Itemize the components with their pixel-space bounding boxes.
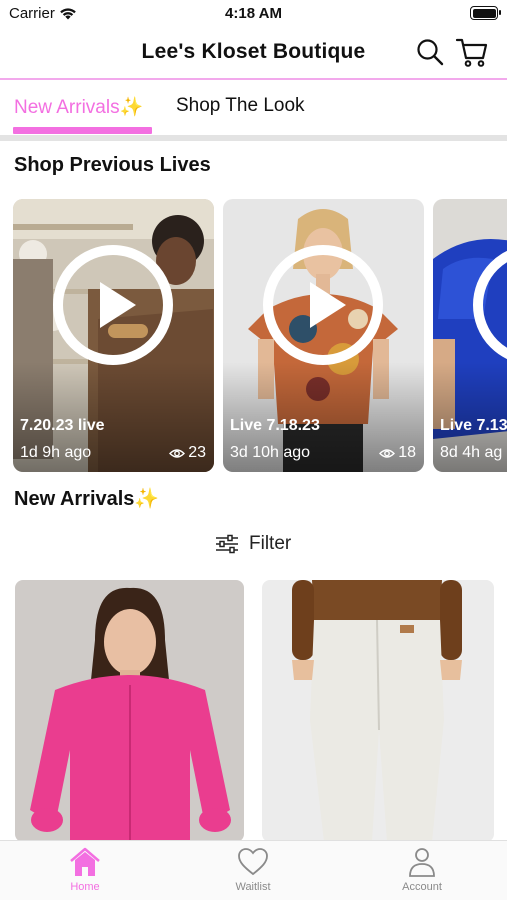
product-card[interactable]: [262, 580, 494, 842]
live-card[interactable]: 7.20.23 live 1d 9h ago 23: [13, 199, 214, 472]
filter-label: Filter: [249, 533, 292, 554]
tabbar-label: Home: [70, 881, 100, 893]
tab-shop-the-look[interactable]: Shop The Look: [176, 95, 305, 117]
live-card[interactable]: Live 7.13 8d 4h ag: [433, 199, 507, 472]
tabs-divider: [0, 135, 507, 141]
live-card[interactable]: Live 7.18.23 3d 10h ago 18: [223, 199, 424, 472]
heart-icon: [238, 848, 268, 876]
filter-button[interactable]: Filter: [215, 533, 291, 555]
tabbar-item-account[interactable]: Account: [362, 847, 482, 893]
live-card-views: 23: [169, 444, 206, 462]
view-count: 18: [398, 444, 416, 461]
live-card-age: 1d 9h ago: [20, 444, 92, 461]
play-icon[interactable]: [262, 244, 384, 366]
product-image: [15, 580, 244, 842]
tabbar-label: Waitlist: [235, 881, 271, 893]
clock: 4:18 AM: [225, 5, 282, 22]
cart-icon[interactable]: [455, 36, 489, 68]
tabbar-item-waitlist[interactable]: Waitlist: [193, 847, 313, 893]
tab-new-arrivals[interactable]: New Arrivals✨: [14, 95, 143, 119]
product-image: [262, 580, 494, 842]
sliders-icon: [216, 534, 238, 554]
previous-lives-carousel[interactable]: 7.20.23 live 1d 9h ago 23 Live 7.18.23 3…: [13, 199, 507, 472]
view-count: 23: [188, 444, 206, 461]
live-card-title: 7.20.23 live: [20, 417, 105, 434]
app-header: Lee's Kloset Boutique: [0, 28, 507, 78]
eye-icon: [379, 448, 396, 458]
live-card-age: 8d 4h ag: [440, 444, 503, 461]
live-card-title: Live 7.13: [440, 417, 507, 434]
product-card[interactable]: [15, 580, 244, 842]
live-card-title: Live 7.18.23: [230, 417, 320, 434]
previous-lives-title: Shop Previous Lives: [14, 154, 211, 176]
play-icon[interactable]: [52, 244, 174, 366]
top-tabs: New Arrivals✨ Shop The Look: [0, 80, 507, 136]
play-icon[interactable]: [472, 244, 507, 366]
home-icon: [70, 847, 100, 876]
person-icon: [409, 848, 435, 877]
active-tab-indicator: [13, 127, 152, 134]
bottom-tab-bar: Home Waitlist Account: [0, 840, 507, 900]
tabbar-item-home[interactable]: Home: [25, 847, 145, 893]
new-arrivals-title: New Arrivals✨: [14, 488, 160, 510]
live-card-age: 3d 10h ago: [230, 444, 311, 461]
battery-icon: [470, 6, 501, 20]
search-icon[interactable]: [415, 37, 445, 67]
eye-icon: [169, 448, 186, 458]
status-bar: Carrier 4:18 AM: [0, 0, 507, 28]
tabbar-label: Account: [402, 881, 442, 893]
live-card-views: 18: [379, 444, 416, 462]
